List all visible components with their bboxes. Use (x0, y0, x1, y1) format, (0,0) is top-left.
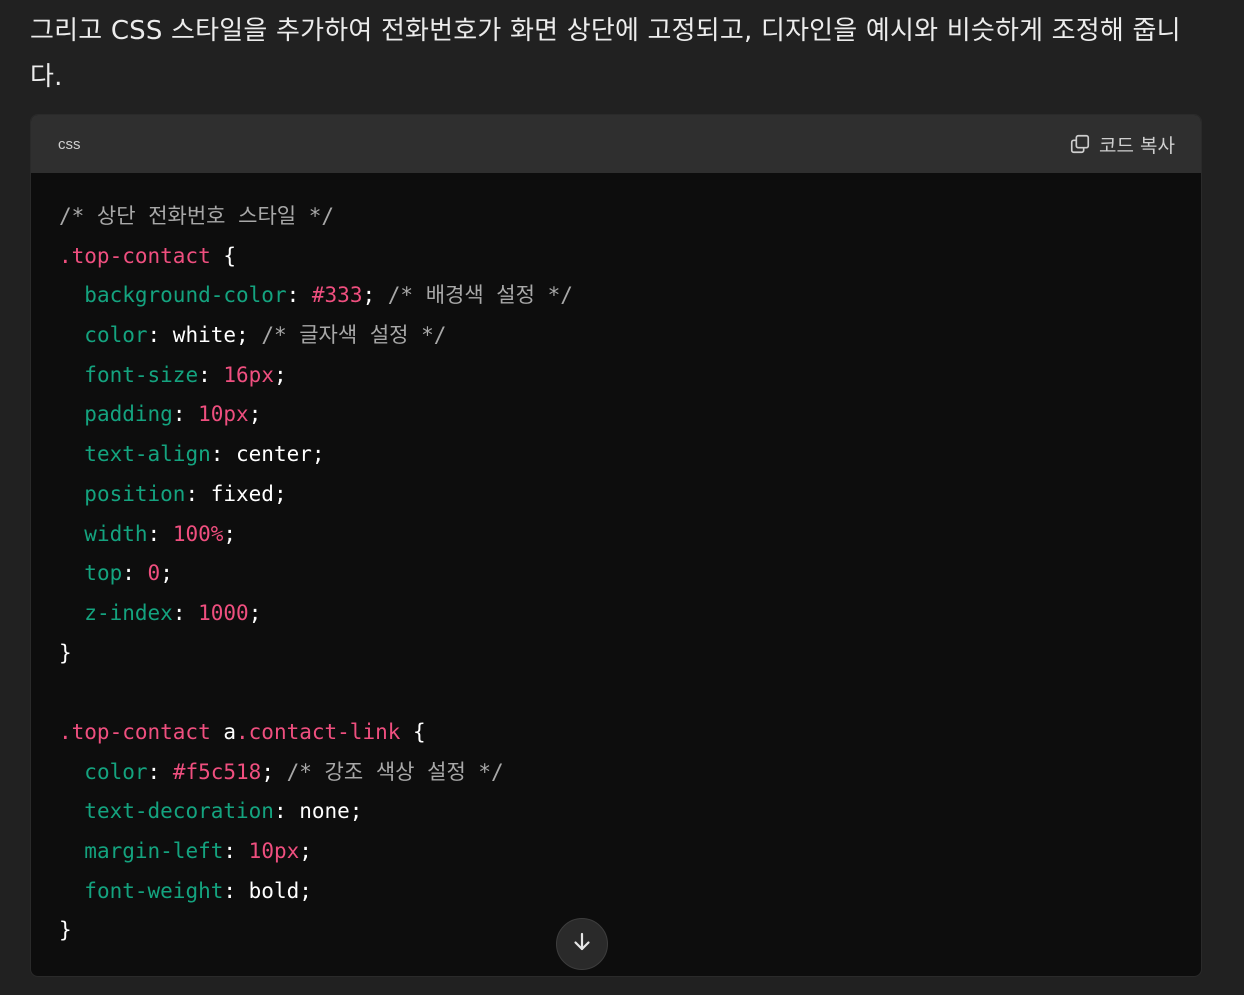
code-line: text-align: center; (59, 435, 1181, 475)
code-line: color: white; /* 글자색 설정 */ (59, 316, 1181, 356)
code-token: : (147, 759, 173, 784)
code-token: ; (362, 283, 388, 308)
code-token: /* 글자색 설정 */ (261, 323, 447, 348)
code-line: .top-contact a.contact-link { (59, 713, 1181, 753)
code-token: 0 (147, 561, 161, 586)
code-token: color (84, 323, 148, 348)
code-line: position: fixed; (59, 475, 1181, 515)
code-token: 10px (198, 402, 249, 427)
code-token: : center; (210, 442, 325, 467)
code-line: color: #f5c518; /* 강조 색상 설정 */ (59, 753, 1181, 793)
code-token: .top-contact (59, 719, 211, 744)
code-token: top (84, 561, 123, 586)
code-token: : (172, 402, 199, 427)
code-token: : bold; (223, 878, 312, 903)
code-language-label: css (58, 136, 81, 153)
code-token: padding (84, 402, 173, 427)
code-token: 100% (172, 521, 224, 546)
code-token: { (210, 243, 237, 268)
code-line: } (59, 634, 1181, 674)
code-token: : white; (147, 323, 262, 348)
code-line: .top-contact { (59, 237, 1181, 277)
code-token: ; (223, 521, 237, 546)
code-token: /* 배경색 설정 */ (387, 283, 573, 308)
code-line: top: 0; (59, 554, 1181, 594)
code-token: } (59, 918, 72, 943)
assistant-message-text: 그리고 CSS 스타일을 추가하여 전화번호가 화면 상단에 고정되고, 디자인… (30, 16, 1181, 92)
scroll-to-bottom-button[interactable] (556, 918, 608, 970)
code-token: .contact-link (236, 719, 401, 744)
code-line: background-color: #333; /* 배경색 설정 */ (59, 276, 1181, 316)
code-token: : (198, 362, 224, 387)
code-line: width: 100%; (59, 515, 1181, 555)
code-token: 1000 (198, 600, 249, 625)
code-token: } (59, 640, 72, 665)
code-block: css 코드 복사 /* 상단 전화번호 스타일 */ .top-contact … (30, 114, 1202, 977)
code-line: } (59, 911, 1181, 951)
code-line: /* 상단 전화번호 스타일 */ (59, 197, 1181, 237)
code-token: : (223, 839, 249, 863)
code-token: #333 (311, 283, 363, 308)
code-block-header: css 코드 복사 (31, 115, 1201, 173)
code-token: width (84, 521, 148, 546)
code-line: font-size: 16px; (59, 356, 1181, 396)
code-token: : (147, 521, 173, 546)
code-token: /* 상단 전화번호 스타일 */ (59, 204, 335, 228)
code-token: #f5c518 (172, 759, 262, 784)
code-token: color (84, 759, 148, 784)
code-token: a (210, 719, 237, 744)
code-line (59, 673, 1181, 713)
code-token: ; (248, 600, 262, 625)
code-token: : fixed; (185, 481, 287, 506)
code-line: font-weight: bold; (59, 872, 1181, 912)
code-line: margin-left: 10px; (59, 832, 1181, 872)
code-token: z-index (84, 600, 173, 625)
copy-icon (1069, 133, 1091, 155)
code-token: : (286, 283, 312, 308)
code-token: : none; (273, 799, 363, 824)
code-token: ; (248, 402, 262, 427)
code-token: text-align (84, 442, 211, 467)
code-content: /* 상단 전화번호 스타일 */ .top-contact { backgrou… (59, 197, 1181, 951)
code-token: : (122, 561, 148, 586)
code-token: ; (273, 362, 287, 387)
code-token: background-color (84, 283, 287, 308)
code-token: font-weight (84, 878, 224, 903)
code-line: z-index: 1000; (59, 594, 1181, 634)
code-token: .top-contact (59, 243, 211, 268)
code-token: ; (261, 759, 287, 784)
code-token: { (400, 719, 426, 744)
code-line: text-decoration: none; (59, 792, 1181, 832)
copy-code-button[interactable]: 코드 복사 (1069, 129, 1175, 159)
code-token: font-size (84, 362, 199, 387)
code-token: /* 강조 색상 설정 */ (286, 759, 504, 784)
code-token: ; (299, 839, 312, 863)
code-token: ; (160, 561, 173, 586)
code-token: text-decoration (84, 799, 274, 824)
code-token: 10px (248, 839, 300, 863)
code-token: 16px (223, 362, 274, 387)
code-token: position (84, 481, 186, 506)
arrow-down-icon (570, 930, 594, 958)
code-token: margin-left (84, 839, 224, 863)
code-line: padding: 10px; (59, 395, 1181, 435)
code-token: : (172, 600, 199, 625)
copy-code-label: 코드 복사 (1099, 134, 1175, 157)
